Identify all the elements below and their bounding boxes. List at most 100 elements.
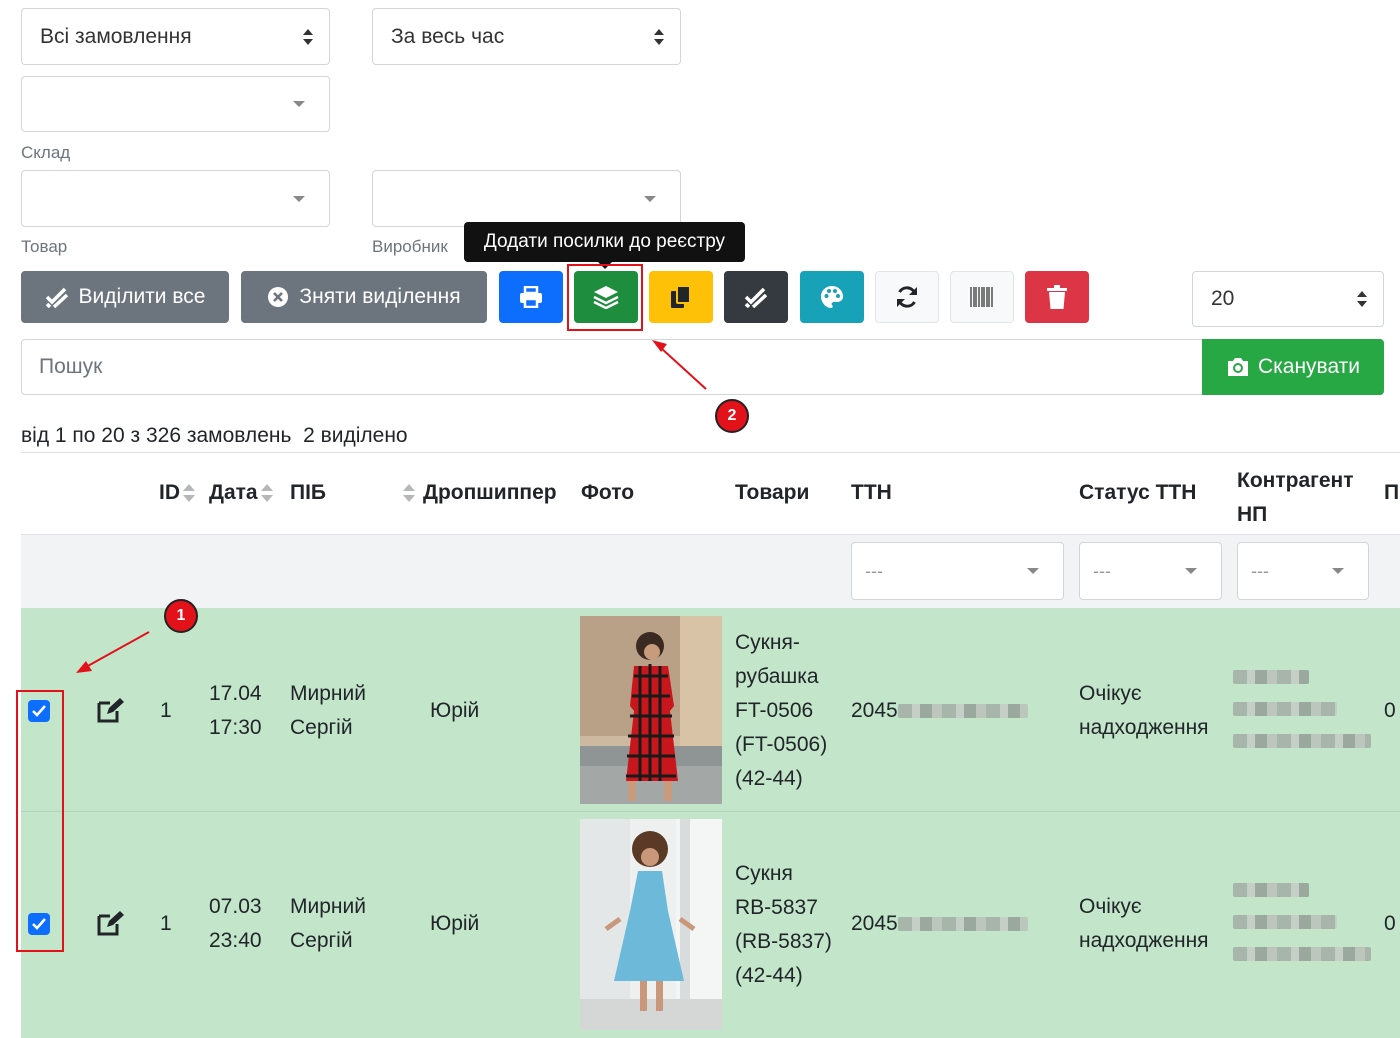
column-header-date[interactable]: Дата	[209, 481, 273, 505]
contractor-filter-select[interactable]: ---	[1237, 542, 1369, 600]
product-line: RB-5837	[735, 896, 818, 919]
results-summary: від 1 по 20 з 326 замовлень 2 виділено	[21, 424, 408, 448]
select-all-label: Виділити все	[78, 285, 206, 308]
ttn-filter-select[interactable]: ---	[851, 542, 1064, 600]
column-header-id[interactable]: ID	[159, 481, 195, 505]
ttn-prefix: 2045	[851, 699, 898, 722]
edit-icon[interactable]	[97, 697, 125, 723]
trash-icon	[1047, 285, 1067, 309]
deselect-label: Зняти виділення	[299, 285, 461, 308]
order-id: 1	[160, 699, 172, 722]
chevron-down-icon	[1027, 568, 1039, 574]
customer-name: Мирний Сергій	[290, 677, 366, 745]
sort-icon	[183, 484, 195, 503]
product-select[interactable]	[21, 170, 330, 227]
product-photo-image	[580, 616, 722, 804]
period-select-value: За весь час	[391, 24, 505, 48]
order-date-time: 17:30	[209, 716, 262, 739]
chevron-down-icon	[293, 195, 305, 202]
redacted-text	[1233, 947, 1371, 961]
column-header-ttn-status: Статус ТТН	[1079, 481, 1197, 504]
barcode-button[interactable]	[950, 271, 1014, 323]
order-date: 07.03 23:40	[209, 890, 262, 958]
refresh-button[interactable]	[875, 271, 939, 323]
column-header-photo: Фото	[581, 481, 635, 504]
ttn-status-line1: Очікує	[1079, 682, 1142, 705]
warehouse-label: Склад	[21, 143, 71, 162]
contractor-redacted	[1233, 670, 1371, 748]
product-line: рубашка	[735, 665, 819, 688]
warehouse-select[interactable]	[21, 76, 330, 132]
selected-count: 2 виділено	[303, 424, 408, 447]
table-top-border	[21, 452, 1400, 453]
chevron-down-icon	[1332, 568, 1344, 574]
column-header-dropshipper[interactable]: Дропшиппер	[403, 481, 557, 505]
per-page-select[interactable]: 20	[1192, 271, 1384, 327]
last-column-value: 0	[1384, 699, 1396, 722]
delete-button[interactable]	[1025, 271, 1089, 323]
annotation-box-registry-button	[567, 264, 643, 331]
redacted-text	[897, 704, 1028, 719]
column-header-products: Товари	[735, 481, 810, 504]
column-header-contractor-line1: Контрагент	[1237, 469, 1354, 492]
dropshipper-name: Юрій	[430, 912, 480, 935]
scan-label: Сканувати	[1257, 355, 1361, 378]
manufacturer-select[interactable]	[372, 170, 681, 227]
annotation-badge-1: 1	[164, 599, 198, 633]
column-header-name[interactable]: ПІБ	[290, 481, 326, 505]
product-line: (FT-0506)	[735, 733, 828, 756]
ttn-status-line2: надходження	[1079, 716, 1209, 739]
order-date-time: 23:40	[209, 929, 262, 952]
palette-icon	[821, 286, 843, 308]
product-line: FT-0506	[735, 699, 814, 722]
search-placeholder: Пошук	[39, 355, 103, 378]
per-page-value: 20	[1211, 287, 1235, 310]
sync-icon	[897, 286, 917, 308]
redacted-text	[1233, 883, 1309, 897]
last-column-value: 0	[1384, 912, 1396, 935]
chevron-down-icon	[293, 101, 305, 107]
customer-first-name: Сергій	[290, 716, 353, 739]
print-button[interactable]	[499, 271, 563, 323]
ttn-status-line2: надходження	[1079, 929, 1209, 952]
column-header-contractor: Контрагент НП	[1237, 464, 1354, 532]
customer-last-name: Мирний	[290, 682, 366, 705]
ttn-status-line1: Очікує	[1079, 895, 1142, 918]
double-check-icon	[744, 287, 768, 308]
sort-icon	[403, 484, 415, 503]
product-photo[interactable]	[580, 616, 722, 804]
manufacturer-label: Виробник	[372, 237, 448, 256]
product-line: Сукня-	[735, 631, 800, 654]
contractor-filter-value: ---	[1251, 560, 1269, 581]
product-photo-image	[580, 819, 722, 1030]
redacted-text	[1233, 915, 1337, 929]
redacted-text	[1233, 702, 1337, 716]
updown-icon	[1357, 291, 1367, 307]
ttn-filter-value: ---	[865, 560, 883, 581]
deselect-button[interactable]: Зняти виділення	[241, 271, 487, 323]
color-button[interactable]	[800, 271, 864, 323]
ttn-status: Очікує надходження	[1079, 890, 1209, 958]
contractor-redacted	[1233, 883, 1371, 961]
ttn-number: 2045	[851, 694, 1028, 728]
scan-button[interactable]: Сканувати	[1202, 339, 1384, 395]
ttn-status-filter-select[interactable]: ---	[1079, 542, 1222, 600]
chevron-down-icon	[644, 195, 656, 202]
select-all-button[interactable]: Виділити все	[21, 271, 229, 323]
column-header-id-label: ID	[159, 481, 180, 504]
product-description: Сукня RB-5837 (RB-5837) (42-44)	[735, 857, 832, 993]
column-header-name-label: ПІБ	[290, 481, 327, 504]
dropshipper-name: Юрій	[430, 699, 480, 722]
order-date-day: 07.03	[209, 895, 262, 918]
copy-button[interactable]	[649, 271, 713, 323]
orders-select[interactable]: Всі замовлення	[21, 8, 330, 65]
edit-icon[interactable]	[97, 910, 125, 936]
order-id: 1	[160, 912, 172, 935]
double-check-icon	[45, 287, 68, 308]
column-header-dropshipper-label: Дропшиппер	[423, 481, 557, 504]
product-photo[interactable]	[580, 819, 722, 1030]
period-select[interactable]: За весь час	[372, 8, 681, 65]
search-input[interactable]: Пошук	[21, 339, 1203, 395]
customer-name: Мирний Сергій	[290, 890, 366, 958]
mark-done-button[interactable]	[724, 271, 788, 323]
